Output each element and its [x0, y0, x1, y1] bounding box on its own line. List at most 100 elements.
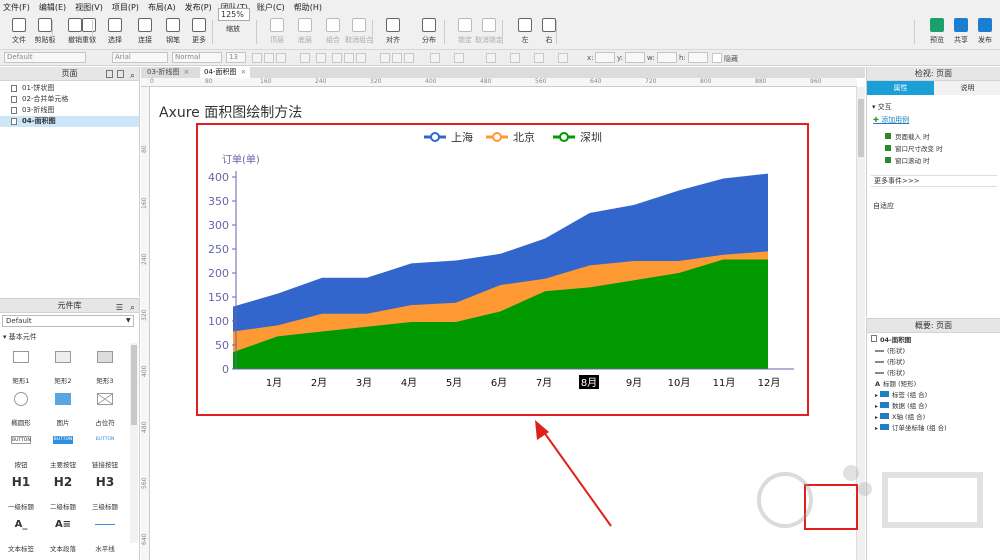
chart-selection-frame[interactable]: 0 50 100 150 200 250 300 350 400 订单(单) 1月 2月 3月 4月 5月 6…: [196, 123, 809, 416]
page-title[interactable]: Axure 面积图绘制方法: [159, 102, 302, 122]
menu-item[interactable]: 文件(F): [3, 2, 30, 13]
text-color-button[interactable]: [300, 53, 310, 63]
hidden-checkbox[interactable]: [712, 53, 722, 63]
event-item[interactable]: 窗口尺寸改变 时: [885, 143, 943, 153]
outline-item[interactable]: (形状): [875, 367, 905, 377]
menu-item[interactable]: 视图(V): [75, 2, 103, 13]
align-left-button[interactable]: [332, 53, 342, 63]
widget-item[interactable]: H1 一级标题: [3, 473, 39, 513]
widget-item[interactable]: 矩形1: [3, 347, 39, 387]
x-input[interactable]: [595, 52, 615, 63]
expand-icon[interactable]: ▸: [875, 403, 878, 410]
font-weight-select[interactable]: Normal: [172, 52, 222, 63]
library-search-icon[interactable]: ⌕: [130, 301, 135, 315]
design-canvas[interactable]: Axure 面积图绘制方法 0 50 100 150 200 250 300 350 400 订单…: [151, 88, 858, 560]
expand-icon[interactable]: ▸: [875, 414, 878, 421]
widget-item[interactable]: BUTTON 按钮: [3, 431, 39, 471]
shadow-button[interactable]: [454, 53, 464, 63]
interaction-section[interactable]: ▾ 交互: [872, 102, 892, 112]
bold-button[interactable]: [252, 53, 262, 63]
page-tab[interactable]: 03-折线图 ×: [143, 67, 193, 78]
toolbar-button-20[interactable]: 发布: [970, 16, 1000, 48]
tab-properties[interactable]: 属性: [867, 81, 934, 95]
font-size-select[interactable]: 13: [226, 52, 246, 63]
library-scrollbar[interactable]: [130, 343, 138, 543]
width-input[interactable]: [657, 52, 677, 63]
outline-item[interactable]: ▸ X轴 (组 合): [875, 411, 925, 421]
menu-icon[interactable]: ☰: [116, 301, 123, 315]
widget-item[interactable]: BUTTON 主要按钮: [45, 431, 81, 471]
outline-item[interactable]: (形状): [875, 345, 905, 355]
search-icon[interactable]: ⌕: [130, 69, 135, 83]
toolbar-button-5[interactable]: 连接: [130, 16, 160, 48]
canvas-scroll-thumb[interactable]: [858, 99, 864, 157]
outline-item[interactable]: A 标题 (矩形): [875, 378, 916, 388]
library-select[interactable]: Default: [2, 315, 134, 327]
expand-icon[interactable]: ▸: [875, 425, 878, 432]
toolbar-button-15[interactable]: 取消锁定: [474, 16, 504, 48]
toolbar-button-8[interactable]: 顶层: [262, 16, 292, 48]
legend-item[interactable]: 深圳: [553, 131, 602, 144]
area-chart[interactable]: 0 50 100 150 200 250 300 350 400 订单(单) 1月 2月 3月 4月 5月 6…: [198, 125, 807, 414]
toolbar-button-1[interactable]: 剪贴板: [30, 16, 60, 48]
page-tab[interactable]: 04-面积图 ×: [200, 67, 251, 78]
library-scroll-thumb[interactable]: [131, 345, 137, 425]
adaptive-label[interactable]: 自适应: [873, 201, 894, 211]
fill-color-button[interactable]: [430, 53, 440, 63]
menu-item[interactable]: 发布(P): [185, 2, 212, 13]
toolbar-button-7[interactable]: 更多: [184, 16, 214, 48]
widget-item[interactable]: 椭圆形: [3, 389, 39, 429]
menu-item[interactable]: 项目(P): [112, 2, 139, 13]
page-item[interactable]: 02-合并单元格: [0, 94, 139, 105]
valign-bottom-button[interactable]: [404, 53, 414, 63]
valign-middle-button[interactable]: [392, 53, 402, 63]
font-family-select[interactable]: Arial: [112, 52, 168, 63]
line-color-button[interactable]: [486, 53, 496, 63]
line-width-button[interactable]: [510, 53, 520, 63]
legend-item[interactable]: 上海: [424, 130, 473, 144]
legend-item[interactable]: 北京: [486, 130, 535, 144]
toolbar-button-9[interactable]: 底层: [290, 16, 320, 48]
outline-item[interactable]: ▸ 数据 (组 合): [875, 400, 927, 410]
valign-top-button[interactable]: [380, 53, 390, 63]
menu-item[interactable]: 布局(A): [148, 2, 176, 13]
toolbar-button-11[interactable]: 取消组合: [344, 16, 374, 48]
y-input[interactable]: [625, 52, 645, 63]
widget-item[interactable]: A≡ 文本段落: [45, 515, 81, 555]
widget-item[interactable]: 矩形2: [45, 347, 81, 387]
add-page-icon[interactable]: [106, 70, 113, 78]
menu-item[interactable]: 编辑(E): [39, 2, 66, 13]
widget-item[interactable]: BUTTON 链接按钮: [87, 431, 123, 471]
underline-button[interactable]: [276, 53, 286, 63]
widget-item[interactable]: 图片: [45, 389, 81, 429]
widget-item[interactable]: 水平线: [87, 515, 123, 555]
outline-item[interactable]: 04-面积图: [871, 334, 911, 344]
widget-item[interactable]: H3 三级标题: [87, 473, 123, 513]
widget-item[interactable]: H2 二级标题: [45, 473, 81, 513]
outline-item[interactable]: ▸ 订单坐标轴 (组 合): [875, 422, 947, 432]
toolbar-button-12[interactable]: 对齐: [378, 16, 408, 48]
style-select[interactable]: Default: [4, 52, 86, 63]
tab-notes[interactable]: 说明: [934, 81, 1000, 95]
close-icon[interactable]: ×: [240, 68, 246, 76]
toolbar-button-17[interactable]: 右: [534, 16, 564, 48]
widget-item[interactable]: 占位符: [87, 389, 123, 429]
page-item[interactable]: 03-折线图: [0, 105, 139, 116]
align-center-button[interactable]: [344, 53, 354, 63]
toolbar-button-4[interactable]: 选择: [100, 16, 130, 48]
align-right-button[interactable]: [356, 53, 366, 63]
widget-item[interactable]: A_ 文本标签: [3, 515, 39, 555]
chevron-down-icon[interactable]: ▼: [126, 317, 131, 324]
expand-icon[interactable]: ▸: [875, 392, 878, 399]
italic-button[interactable]: [264, 53, 274, 63]
page-item[interactable]: 01-饼状图: [0, 83, 139, 94]
list-button[interactable]: [316, 53, 326, 63]
toolbar-button-13[interactable]: 分布: [414, 16, 444, 48]
widget-item[interactable]: 矩形3: [87, 347, 123, 387]
arrow-style-button[interactable]: [558, 53, 568, 63]
menu-item[interactable]: 帮助(H): [294, 2, 322, 13]
event-item[interactable]: 窗口滚动 时: [885, 155, 930, 165]
outline-item[interactable]: (形状): [875, 356, 905, 366]
menu-item[interactable]: 账户(C): [257, 2, 285, 13]
zoom-select[interactable]: 125%: [218, 8, 250, 21]
